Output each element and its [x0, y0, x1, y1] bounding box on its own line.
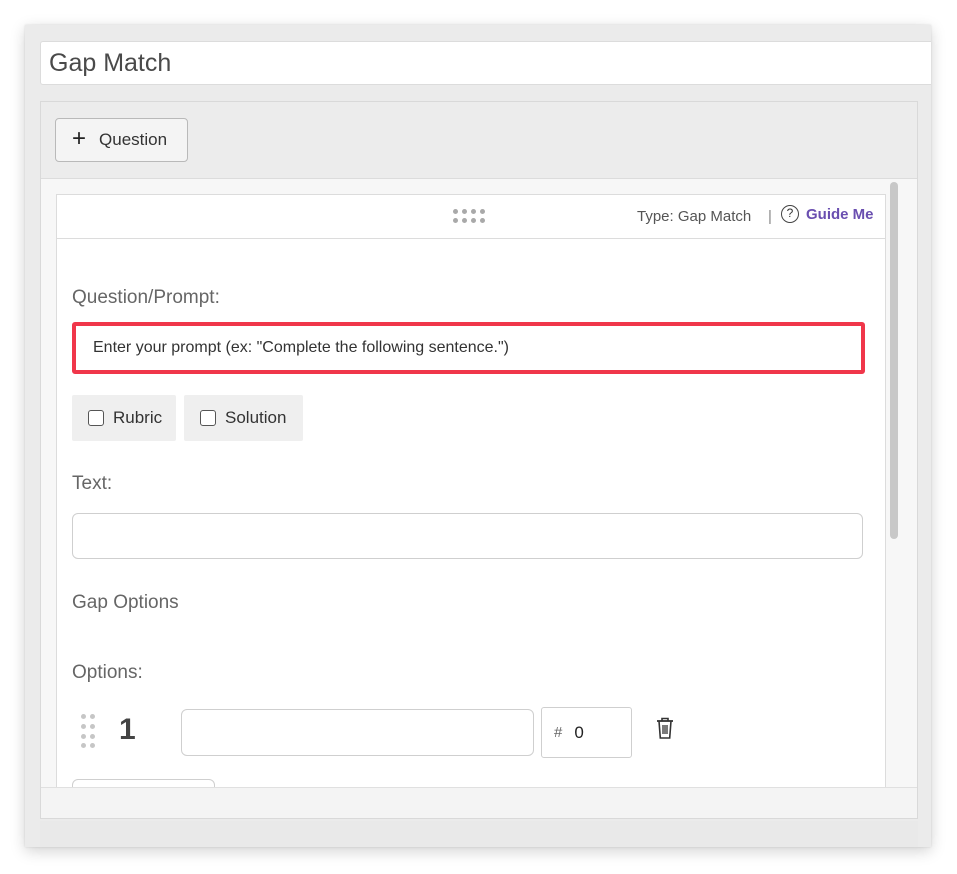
option-drag-handle-icon[interactable] — [81, 714, 95, 749]
plus-icon: + — [72, 124, 87, 152]
add-question-label: Question — [99, 130, 168, 149]
help-icon: ? — [781, 205, 799, 223]
hash-icon: # — [554, 724, 563, 741]
text-label: Text: — [72, 473, 113, 494]
guide-me-label: Guide Me — [806, 205, 874, 223]
question-card-header: Type: Gap Match | ? Guide Me — [57, 195, 885, 239]
option-score-value: 0 — [574, 722, 584, 742]
editor-toolbar: + Question — [41, 102, 917, 179]
gap-options-heading: Gap Options — [72, 592, 179, 613]
app-window: + Question Type: Gap Match | ? Guide Me — [25, 25, 931, 847]
footer-strip — [40, 821, 918, 847]
title-input[interactable] — [40, 41, 931, 85]
question-type-label: Type: Gap Match — [637, 208, 752, 225]
question-editor: + Question Type: Gap Match | ? Guide Me — [40, 101, 918, 819]
question-card: Type: Gap Match | ? Guide Me Question/Pr… — [56, 194, 886, 789]
option-number: 1 — [119, 713, 136, 746]
scrollbar-thumb[interactable] — [890, 182, 898, 539]
option-text-input[interactable] — [181, 709, 534, 756]
header-separator: | — [768, 208, 772, 225]
prompt-label: Question/Prompt: — [72, 287, 220, 308]
solution-label: Solution — [225, 408, 287, 427]
prompt-field-highlight — [72, 322, 865, 374]
questions-scroll-area[interactable]: Type: Gap Match | ? Guide Me Question/Pr… — [41, 179, 917, 789]
solution-checkbox[interactable] — [200, 410, 216, 426]
editor-bottom-bar — [41, 787, 917, 818]
text-input[interactable] — [72, 513, 863, 559]
prompt-input[interactable] — [76, 326, 861, 370]
solution-toggle[interactable]: Solution — [184, 395, 303, 441]
option-score-field[interactable]: # 0 — [541, 707, 632, 758]
rubric-checkbox[interactable] — [88, 410, 104, 426]
drag-handle-icon[interactable] — [453, 209, 489, 225]
rubric-toggle[interactable]: Rubric — [72, 395, 176, 441]
trash-icon[interactable] — [655, 716, 675, 740]
rubric-label: Rubric — [113, 408, 163, 427]
options-label: Options: — [72, 662, 143, 683]
guide-me-link[interactable]: ? Guide Me — [781, 205, 874, 223]
add-question-button[interactable]: + Question — [55, 118, 188, 162]
